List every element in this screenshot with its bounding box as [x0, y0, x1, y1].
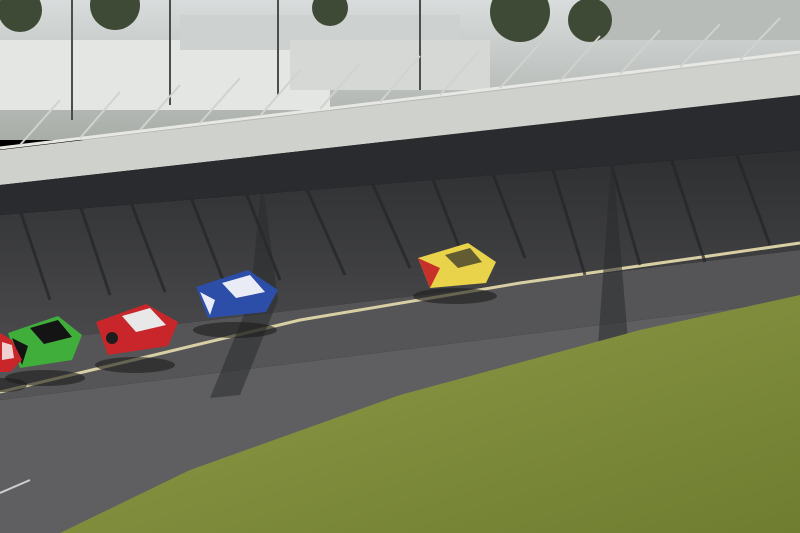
trailer-row: [0, 40, 330, 110]
building: [290, 40, 490, 90]
race-scene-svg: [0, 0, 800, 533]
race-photo: [0, 0, 800, 533]
parking-area: [600, 0, 800, 40]
